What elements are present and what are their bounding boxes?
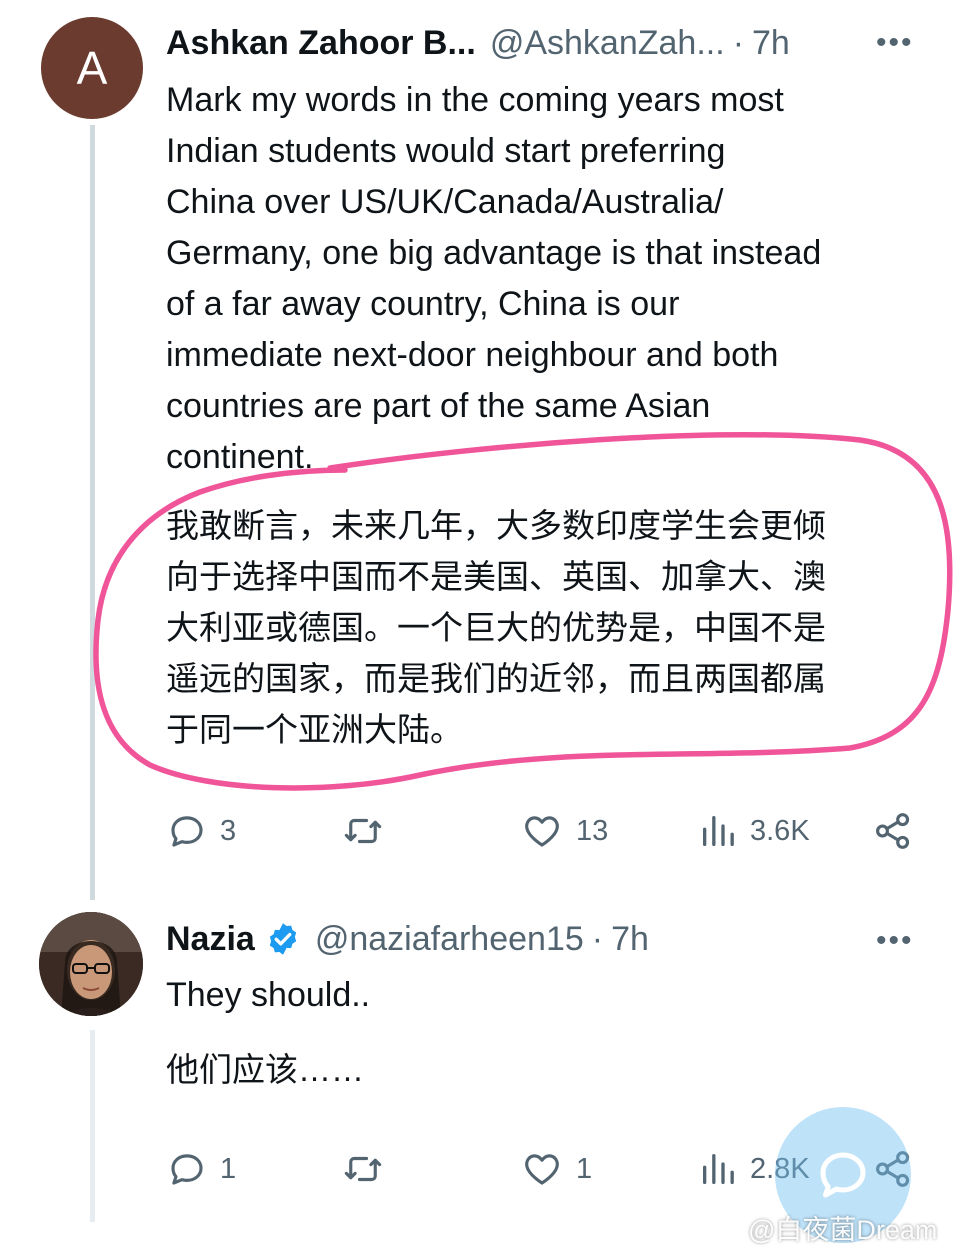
thread-connector-line-2 — [90, 1030, 95, 1222]
retweet-button[interactable] — [340, 1148, 398, 1190]
avatar-letter: A — [76, 42, 108, 94]
message-bubble-icon — [820, 1152, 866, 1198]
more-options-icon[interactable]: ••• — [876, 924, 914, 958]
tweet-text-line: Indian students would start preferring — [166, 132, 726, 170]
separator-dot: · — [732, 23, 745, 62]
retweet-icon — [344, 1156, 382, 1182]
tweet-text-line: of a far away country, China is our — [166, 285, 680, 323]
reply-button[interactable]: 1 — [166, 1148, 236, 1190]
tweet-header: Ashkan Zahoor B... @AshkanZah... · 7h — [166, 18, 790, 68]
author-name[interactable]: Nazia — [166, 920, 255, 959]
views-button[interactable]: 3.6K — [698, 810, 810, 852]
translation-text: 他们应该…… — [166, 1051, 364, 1088]
author-name[interactable]: Ashkan Zahoor B... — [166, 24, 476, 63]
analytics-icon — [703, 816, 734, 846]
share-icon — [876, 813, 910, 849]
timestamp[interactable]: 7h — [611, 920, 649, 959]
reply-icon — [171, 816, 203, 847]
reply-count: 3 — [220, 814, 237, 847]
verified-badge-icon — [269, 923, 297, 955]
translation-line: 遥远的国家，而是我们的近邻，而且两国都属 — [166, 660, 826, 697]
timestamp[interactable]: 7h — [752, 24, 790, 63]
author-handle[interactable]: @AshkanZah... — [490, 24, 725, 63]
tweet-text-line: Germany, one big advantage is that inste… — [166, 234, 822, 272]
tweet-text: They should.. — [166, 976, 371, 1014]
like-count: 13 — [576, 814, 609, 847]
watermark: @白夜菌Dream — [748, 1215, 938, 1245]
tweet-text-line: countries are part of the same Asian — [166, 387, 711, 425]
reply-button[interactable]: 3 — [166, 810, 236, 852]
retweet-icon — [344, 818, 382, 844]
translation-text: 我敢断言，未来几年，大多数印度学生会更倾 向于选择中国而不是美国、英国、加拿大、… — [166, 500, 926, 755]
view-count: 3.6K — [750, 814, 810, 847]
tweet-text: Mark my words in the coming years most I… — [166, 75, 821, 483]
translation-line: 于同一个亚洲大陆。 — [166, 711, 463, 748]
author-handle[interactable]: @naziafarheen15 — [315, 920, 584, 959]
reply-count: 1 — [220, 1152, 237, 1185]
like-count: 1 — [576, 1152, 593, 1185]
avatar[interactable] — [39, 912, 143, 1016]
thread-connector-line — [90, 125, 95, 900]
tweet-text-line: continent. — [166, 438, 314, 476]
profile-photo — [39, 912, 143, 1016]
share-button[interactable] — [872, 810, 914, 852]
heart-icon — [525, 816, 559, 847]
tweet-text-line: China over US/UK/Canada/Australia/ — [166, 183, 724, 221]
retweet-button[interactable] — [340, 810, 398, 852]
like-button[interactable]: 1 — [520, 1148, 592, 1190]
tweet-text-line: Mark my words in the coming years most — [166, 81, 784, 119]
more-options-icon[interactable]: ••• — [876, 26, 914, 60]
avatar[interactable]: A — [41, 17, 143, 119]
translation-line: 我敢断言，未来几年，大多数印度学生会更倾 — [166, 507, 826, 544]
analytics-icon — [703, 1154, 734, 1184]
reply-icon — [171, 1154, 203, 1185]
translation-line: 大利亚或德国。一个巨大的优势是，中国不是 — [166, 609, 826, 646]
like-button[interactable]: 13 — [520, 810, 608, 852]
translation-line: 向于选择中国而不是美国、英国、加拿大、澳 — [166, 558, 826, 595]
heart-icon — [525, 1154, 559, 1185]
separator-dot: · — [591, 919, 604, 958]
tweet-header: Nazia @naziafarheen15 · 7h — [166, 914, 649, 964]
tweet-text-line: immediate next-door neighbour and both — [166, 336, 779, 374]
